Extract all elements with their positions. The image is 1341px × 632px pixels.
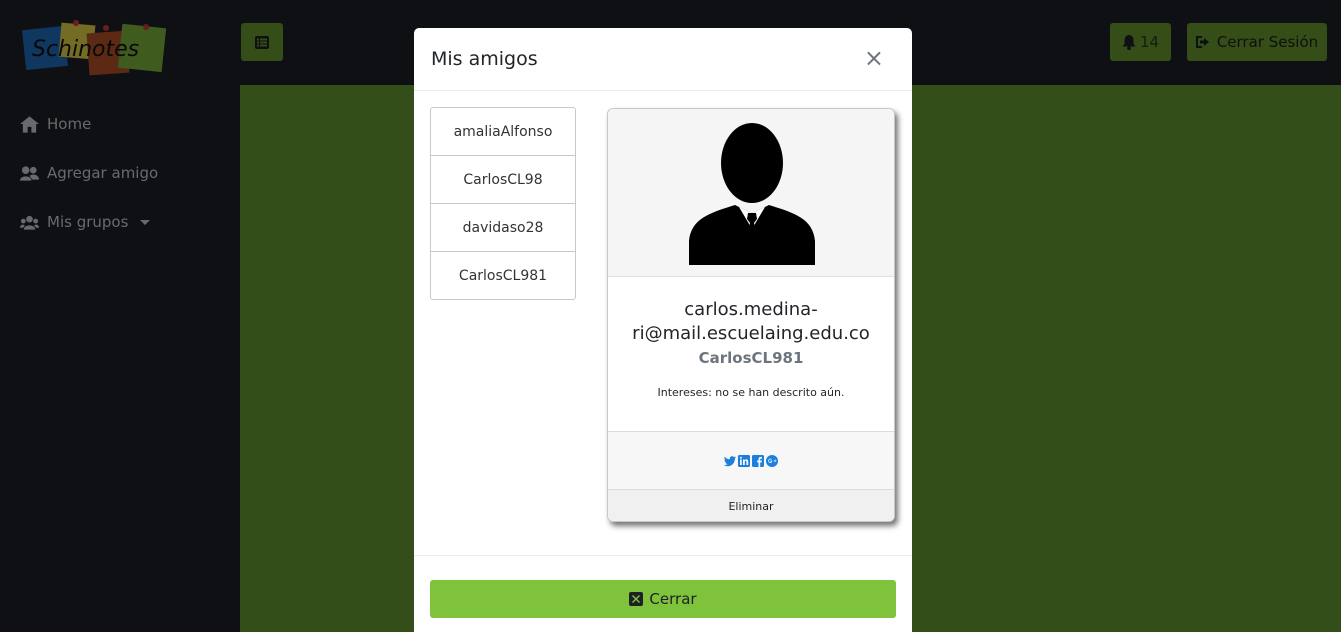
profile-card-body: carlos.medina- ri@mail.escuelaing.edu.co… [608, 277, 894, 432]
modal-header: Mis amigos × [414, 28, 912, 91]
linkedin-icon[interactable] [738, 454, 750, 467]
modal-title: Mis amigos [431, 48, 538, 70]
friend-email: carlos.medina- ri@mail.escuelaing.edu.co [608, 298, 894, 346]
modal-footer-divider [414, 555, 912, 556]
friend-email-line: carlos.medina- [684, 299, 818, 320]
close-button-label: Cerrar [649, 590, 697, 608]
close-modal-button[interactable]: Cerrar [430, 580, 896, 618]
google-plus-icon[interactable] [766, 454, 778, 467]
profile-image-area [608, 109, 894, 277]
avatar-silhouette-icon [689, 123, 815, 265]
friends-modal: Mis amigos × amaliaAlfonso CarlosCL98 da… [414, 28, 912, 632]
friend-list: amaliaAlfonso CarlosCL98 davidaso28 Carl… [430, 107, 576, 300]
friend-interests: Intereses: no se han descrito aún. [657, 386, 845, 399]
friend-item[interactable]: amaliaAlfonso [430, 107, 576, 156]
friend-item[interactable]: CarlosCL981 [430, 251, 576, 300]
social-links [608, 432, 894, 490]
close-square-icon [629, 592, 644, 606]
friend-item[interactable]: CarlosCL98 [430, 155, 576, 204]
close-icon[interactable]: × [864, 46, 884, 70]
twitter-icon[interactable] [724, 455, 736, 467]
friend-email-line: ri@mail.escuelaing.edu.co [632, 323, 870, 344]
friend-username: CarlosCL981 [698, 349, 804, 367]
remove-friend-button[interactable]: Eliminar [608, 490, 894, 521]
friend-item[interactable]: davidaso28 [430, 203, 576, 252]
facebook-icon[interactable] [752, 454, 764, 467]
friend-profile-card: carlos.medina- ri@mail.escuelaing.edu.co… [607, 108, 895, 522]
